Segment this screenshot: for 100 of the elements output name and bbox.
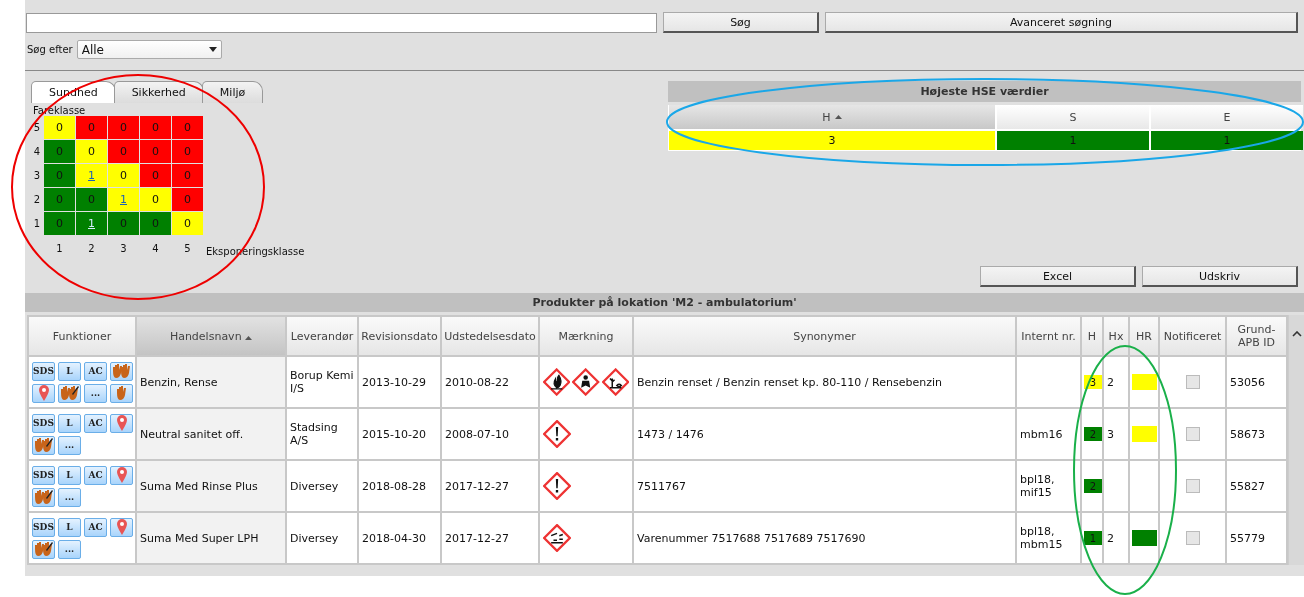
column-header[interactable]: Udstedelsesdato <box>441 316 539 356</box>
matrix-cell: 0 <box>76 116 107 139</box>
matrix-cell: 0 <box>44 116 75 139</box>
matrix-cell: 0 <box>76 188 107 211</box>
sort-up-icon <box>245 335 253 340</box>
tab[interactable]: Miljø <box>201 81 264 103</box>
advanced-search-button[interactable]: Avanceret søgning <box>825 12 1298 33</box>
column-header[interactable]: S <box>997 105 1149 129</box>
table-cell: Borup Kemi I/S <box>286 356 358 408</box>
matrix-cell[interactable]: 1 <box>108 188 139 211</box>
column-header[interactable]: E <box>1151 105 1303 129</box>
column-header[interactable]: Grund-APB ID <box>1226 316 1287 356</box>
column-header[interactable]: Notificeret <box>1159 316 1226 356</box>
matrix-cell: 0 <box>140 188 171 211</box>
tab[interactable]: Sikkerhed <box>113 81 204 103</box>
table-cell: Benzin, Rense <box>136 356 286 408</box>
column-header[interactable]: H <box>669 105 995 129</box>
column-header[interactable]: HR <box>1129 316 1159 356</box>
checkbox[interactable] <box>1185 375 1200 389</box>
column-header[interactable]: Internt nr. <box>1016 316 1081 356</box>
column-header[interactable]: Mærkning <box>539 316 633 356</box>
caret-icon <box>208 47 217 52</box>
export-button[interactable]: Udskriv <box>1142 266 1298 287</box>
matrix-cell: 0 <box>44 140 75 163</box>
table-cell: 2015-10-20 <box>358 408 441 460</box>
table-cell: 58673 <box>1226 408 1287 460</box>
column-header[interactable]: Leverandør <box>286 316 358 356</box>
column-header[interactable]: Synonymer <box>633 316 1016 356</box>
function-button[interactable] <box>32 539 55 559</box>
function-button[interactable] <box>32 487 55 507</box>
value-cell: 3 <box>669 131 995 150</box>
search-button[interactable]: Søg <box>663 12 819 33</box>
matrix-cell: 0 <box>140 212 171 235</box>
column-header[interactable]: Revisionsdato <box>358 316 441 356</box>
hands-pen-icon <box>34 489 53 505</box>
environment-pictogram-icon <box>601 368 629 396</box>
matrix-cell[interactable]: 1 <box>76 212 107 235</box>
table-cell: 2017-12-27 <box>441 512 539 564</box>
panel-title: Højeste HSE værdier <box>668 81 1301 102</box>
matrix-cell: 0 <box>108 212 139 235</box>
matrix-cell[interactable]: 1 <box>76 164 107 187</box>
axis-tick: 3 <box>119 241 128 254</box>
table-cell: 2018-04-30 <box>358 512 441 564</box>
checkbox[interactable] <box>1185 531 1200 545</box>
table-cell: Diversey <box>286 512 358 564</box>
function-button[interactable]: ... <box>58 539 81 559</box>
matrix-cell: 0 <box>108 164 139 187</box>
hazard-level: 2 <box>1084 427 1102 441</box>
matrix-cell: 0 <box>44 164 75 187</box>
table-cell: 2017-12-27 <box>441 460 539 512</box>
function-button[interactable]: L <box>58 517 81 537</box>
function-button[interactable]: AC <box>84 413 107 433</box>
function-button[interactable]: AC <box>84 465 107 485</box>
function-button[interactable] <box>58 383 81 403</box>
function-button[interactable]: L <box>58 361 81 381</box>
export-button[interactable]: Excel <box>980 266 1136 287</box>
map-pin-icon <box>116 415 127 431</box>
table-cell: bpl18, mif15 <box>1016 460 1081 512</box>
function-button[interactable]: ... <box>84 383 107 403</box>
column-header[interactable]: Funktioner <box>28 316 136 356</box>
function-button[interactable]: SDS <box>32 465 55 485</box>
function-button[interactable] <box>32 435 55 455</box>
matrix-cell: 0 <box>108 140 139 163</box>
function-button[interactable]: SDS <box>32 361 55 381</box>
axis-tick: 1 <box>55 241 64 254</box>
column-header[interactable]: Handelsnavn <box>136 316 286 356</box>
matrix-cell: 0 <box>172 116 203 139</box>
function-button[interactable]: SDS <box>32 413 55 433</box>
matrix-cell: 0 <box>140 164 171 187</box>
checkbox[interactable] <box>1185 479 1200 493</box>
matrix-cell: 0 <box>44 188 75 211</box>
matrix-cell: 0 <box>172 212 203 235</box>
table-cell: bpl18, mbm15 <box>1016 512 1081 564</box>
table-title: Produkter på lokation 'M2 - ambulatorium' <box>25 293 1304 312</box>
function-button[interactable]: L <box>58 413 81 433</box>
matrix-cell: 0 <box>172 140 203 163</box>
search-field[interactable] <box>26 12 657 33</box>
axis-tick: 4 <box>32 146 42 157</box>
map-pin-icon <box>116 519 127 535</box>
function-button[interactable]: AC <box>84 517 107 537</box>
scrollbar[interactable] <box>1288 315 1304 565</box>
function-button[interactable]: ... <box>58 435 81 455</box>
function-button[interactable]: ... <box>58 487 81 507</box>
function-button[interactable]: SDS <box>32 517 55 537</box>
function-button[interactable]: L <box>58 465 81 485</box>
function-button[interactable]: AC <box>84 361 107 381</box>
table-cell: 2008-07-10 <box>441 408 539 460</box>
matrix-cell: 0 <box>140 116 171 139</box>
exclamation-pictogram-icon <box>543 472 571 500</box>
column-header[interactable]: H <box>1081 316 1103 356</box>
axis-tick: 5 <box>32 122 42 133</box>
hazard-level: 2 <box>1084 479 1102 493</box>
checkbox[interactable] <box>1185 427 1200 441</box>
matrix-cell: 0 <box>44 212 75 235</box>
table-cell: 55827 <box>1226 460 1287 512</box>
table-cell: 1473 / 1476 <box>633 408 1016 460</box>
table-cell: mbm16 <box>1016 408 1081 460</box>
filter-dropdown[interactable]: Alle <box>76 40 222 59</box>
table-cell: Varenummer 7517688 7517689 7517690 <box>633 512 1016 564</box>
matrix-cell: 0 <box>108 116 139 139</box>
